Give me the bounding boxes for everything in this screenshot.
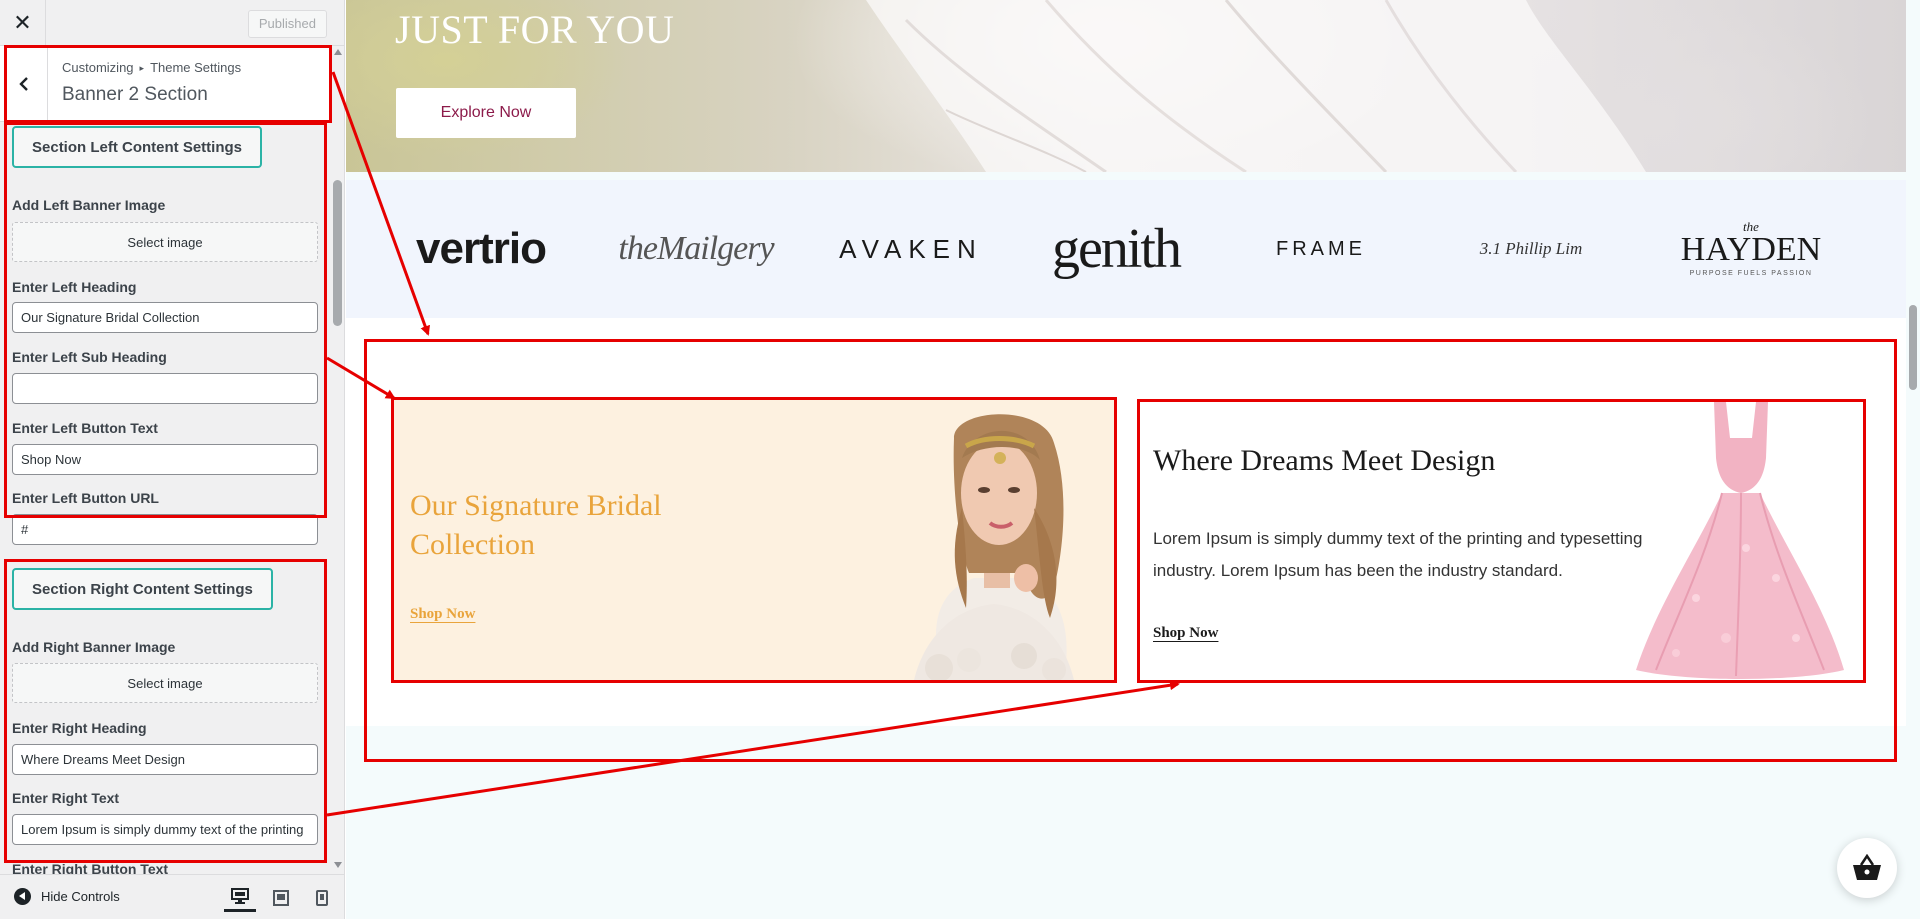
pink-gown-image (1636, 402, 1844, 679)
left-heading-label: Enter Left Heading (12, 279, 137, 295)
brand-logo-frame[interactable]: FRAME (1246, 180, 1396, 318)
section-header: Customizing ▸ Theme Settings Banner 2 Sect… (0, 46, 330, 122)
brand-logo-phillip-lim[interactable]: 3.1 Phillip Lim (1456, 180, 1606, 318)
sidebar-scrollbar[interactable] (331, 46, 344, 874)
sidebar-scroll-thumb[interactable] (333, 180, 342, 326)
right-banner-text: Lorem Ipsum is simply dummy text of the … (1153, 529, 1643, 580)
preview-scroll-thumb[interactable] (1909, 305, 1917, 390)
scroll-up-arrow-icon[interactable] (334, 49, 342, 55)
brand-logo-genith[interactable]: genith (1046, 180, 1186, 318)
left-button-url-input[interactable] (12, 514, 318, 545)
hero-banner: JUST FOR YOU Explore Now (346, 0, 1906, 172)
left-subheading-label: Enter Left Sub Heading (12, 349, 167, 365)
right-image-label: Add Right Banner Image (12, 639, 176, 655)
hero-title: JUST FOR YOU (395, 7, 675, 52)
published-button[interactable]: Published (247, 10, 327, 38)
bride-portrait-image (914, 414, 1074, 680)
hayden-name-text: HAYDEN (1680, 231, 1822, 268)
close-button[interactable]: ✕ (0, 0, 46, 46)
cart-button[interactable] (1837, 838, 1897, 898)
collapse-arrow-icon (14, 888, 31, 905)
desktop-preview-button[interactable] (224, 883, 256, 912)
customizer-topbar: ✕ Published (0, 0, 344, 46)
hayden-tagline-text: PURPOSE FUELS PASSION (1689, 270, 1813, 277)
left-banner-heading: Our Signature Bridal Collection (410, 489, 662, 561)
left-image-label: Add Left Banner Image (12, 197, 166, 213)
right-shop-now-link[interactable]: Shop Now (1153, 625, 1218, 642)
shopping-basket-icon (1853, 854, 1881, 880)
hide-controls-label: Hide Controls (41, 889, 120, 904)
explore-now-button[interactable]: Explore Now (396, 88, 576, 138)
left-button-text-label: Enter Left Button Text (12, 420, 158, 436)
brand-logo-hayden[interactable]: the HAYDEN PURPOSE FUELS PASSION (1676, 180, 1826, 318)
chevron-left-icon (18, 77, 28, 91)
right-heading-input[interactable] (12, 744, 318, 775)
brand-logo-vertrio[interactable]: vertrio (406, 180, 556, 318)
left-button-text-input[interactable] (12, 444, 318, 475)
left-subheading-input[interactable] (12, 373, 318, 404)
preview-scrollbar[interactable] (1906, 0, 1920, 919)
right-text-input[interactable] (12, 814, 318, 845)
left-shop-now-link[interactable]: Shop Now (410, 606, 475, 623)
customizer-footer: Hide Controls (0, 874, 344, 919)
right-banner-card: Where Dreams Meet Design Lorem Ipsum is … (1136, 398, 1862, 680)
mobile-preview-button[interactable] (306, 883, 338, 912)
breadcrumb-child: Theme Settings (150, 60, 242, 75)
mobile-icon (316, 889, 328, 906)
section-title: Banner 2 Section (62, 84, 208, 105)
right-heading-label: Enter Right Heading (12, 720, 147, 736)
right-banner-heading: Where Dreams Meet Design (1153, 444, 1496, 477)
hide-controls-button[interactable]: Hide Controls (14, 888, 120, 905)
desktop-icon (231, 888, 249, 904)
brand-logo-mailgery[interactable]: theMailgery (616, 180, 776, 318)
site-preview: JUST FOR YOU Explore Now vertrio theMail… (346, 0, 1920, 919)
brand-logos-strip: vertrio theMailgery AVAKEN genith FRAME … (346, 180, 1906, 318)
right-select-image-button[interactable]: Select image (12, 663, 318, 703)
scroll-down-arrow-icon[interactable] (334, 862, 342, 868)
breadcrumb-parent: Customizing (62, 60, 134, 75)
left-content-settings-button[interactable]: Section Left Content Settings (12, 126, 262, 168)
left-button-url-label: Enter Left Button URL (12, 490, 159, 506)
left-heading-input[interactable] (12, 302, 318, 333)
tablet-preview-button[interactable] (265, 883, 297, 912)
tablet-icon (273, 889, 289, 906)
back-button[interactable] (0, 46, 48, 122)
customizer-sidebar: ✕ Published Customizing ▸ Theme Settings B… (0, 0, 345, 919)
right-text-label: Enter Right Text (12, 790, 120, 806)
right-content-settings-button[interactable]: Section Right Content Settings (12, 568, 273, 610)
brand-logo-avaken[interactable]: AVAKEN (836, 180, 986, 318)
left-banner-card: Our Signature Bridal Collection Shop Now (394, 398, 1114, 680)
left-select-image-button[interactable]: Select image (12, 222, 318, 262)
breadcrumb-separator-icon: ▸ (139, 63, 145, 73)
banner-2-section: Our Signature Bridal Collection Shop Now (346, 318, 1906, 726)
breadcrumb: Customizing ▸ Theme Settings (62, 60, 241, 75)
close-icon: ✕ (13, 10, 32, 35)
